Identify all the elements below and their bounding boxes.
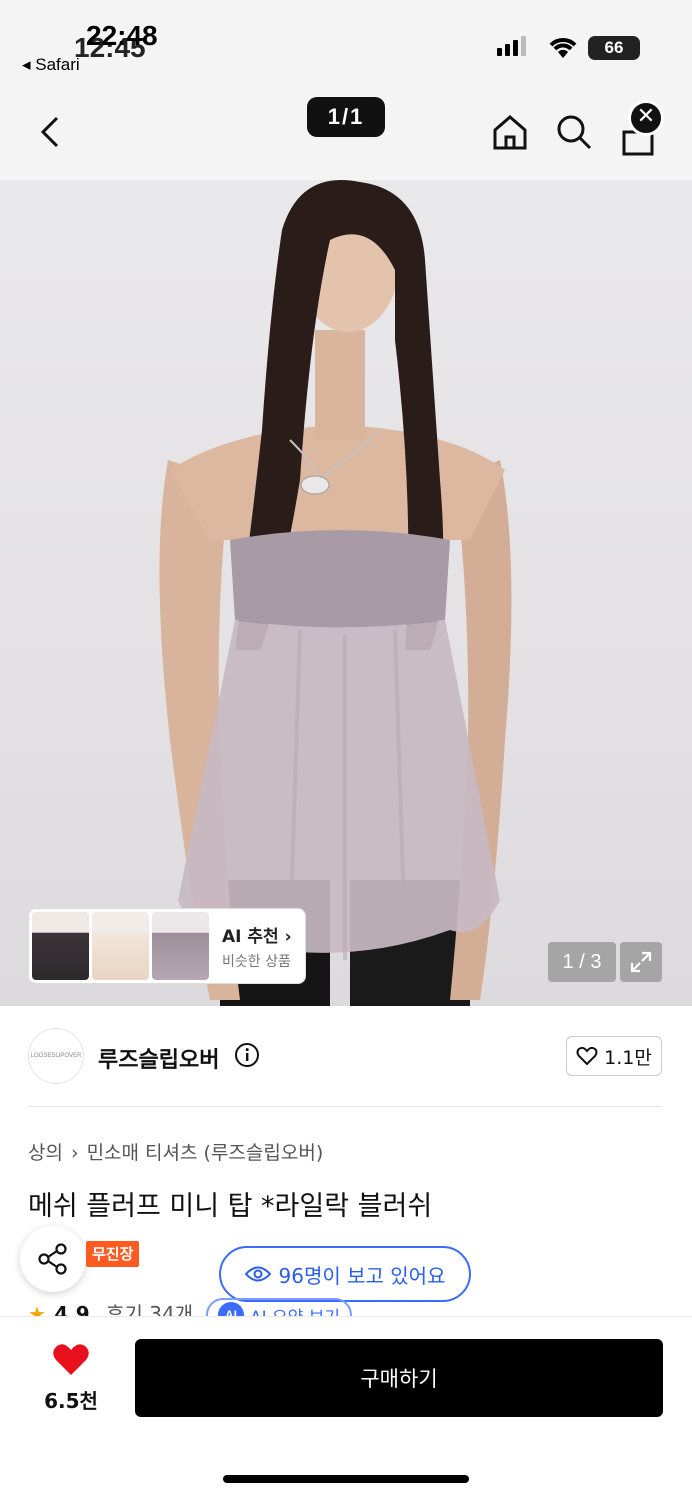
product-image[interactable]: AI 추천 › 비슷한 상품 1 / 3 (0, 180, 692, 1006)
chevron-right-icon: › (70, 1142, 79, 1164)
signal-icon (497, 36, 526, 56)
buy-button[interactable]: 구매하기 (135, 1339, 663, 1417)
battery-icon: 66 (588, 36, 640, 60)
wishlist-count: 6.5천 (44, 1389, 98, 1413)
home-button[interactable] (488, 110, 532, 154)
product-title: 메쉬 플러프 미니 탑 *라일락 블러쉬 (28, 1191, 433, 1222)
free-shipping-badge: 무진장 (86, 1241, 140, 1267)
brand-row: LOOSESLIPOVER 루즈슬립오버 1.1만 (0, 1006, 692, 1106)
status-bar: 22:48 12:45 ◂ Safari 66 (0, 0, 692, 90)
gallery-page-indicator: 1 / 3 (548, 942, 616, 982)
eye-icon (244, 1266, 271, 1282)
chevron-right-icon: › (284, 926, 292, 947)
breadcrumb: 상의 › 민소매 티셔츠 (루즈슬립오버) (28, 1138, 323, 1165)
viewers-pill: 96명이 보고 있어요 (219, 1246, 471, 1302)
home-indicator (223, 1475, 469, 1483)
back-button[interactable] (30, 110, 70, 154)
heart-filled-icon (53, 1344, 89, 1375)
wishlist-button[interactable]: 6.5천 (30, 1343, 112, 1414)
ai-recommend-text: AI 추천 › 비슷한 상품 (222, 922, 292, 971)
back-icon (40, 116, 59, 148)
brand-logo[interactable]: LOOSESLIPOVER (28, 1028, 84, 1084)
home-icon (493, 115, 527, 150)
star-icon: ★ (28, 1302, 46, 1316)
divider (28, 1106, 662, 1107)
share-button[interactable] (20, 1226, 86, 1292)
ai-summary-button[interactable]: AI AI 요약 보기 (206, 1298, 353, 1317)
share-icon (38, 1243, 67, 1275)
ai-recommend-title: AI 추천 (222, 926, 279, 947)
rating-value: 4.9 (54, 1302, 90, 1316)
brand-name[interactable]: 루즈슬립오버 (98, 1042, 219, 1074)
back-to-app-link[interactable]: ◂ Safari (22, 55, 80, 75)
brand-logo-text: LOOSESLIPOVER (30, 1053, 82, 1059)
back-app-label: Safari (35, 55, 80, 74)
ai-icon: AI (218, 1302, 244, 1316)
heart-outline-icon (576, 1046, 598, 1066)
review-count[interactable]: 후기 34개 (106, 1302, 193, 1316)
breadcrumb-item-subcategory[interactable]: 민소매 티셔츠 (루즈슬립오버) (87, 1142, 324, 1164)
info-icon[interactable] (234, 1042, 260, 1068)
brand-like-count: 1.1만 (604, 1046, 652, 1069)
recommend-thumb-2[interactable] (92, 912, 149, 980)
recommend-thumb-1[interactable] (32, 912, 89, 980)
status-time-overlay: 12:45 (74, 32, 146, 63)
brand-like-button[interactable]: 1.1만 (566, 1036, 662, 1076)
breadcrumb-item-category[interactable]: 상의 (28, 1142, 63, 1164)
model-photo (159, 180, 512, 1006)
top-nav: 1/1 ✕ (0, 90, 692, 180)
search-button[interactable] (552, 110, 596, 154)
wifi-icon (549, 38, 577, 58)
ai-recommend-subtitle: 비슷한 상품 (222, 953, 291, 970)
close-button[interactable]: ✕ (628, 100, 664, 136)
recommend-thumb-3[interactable] (152, 912, 209, 980)
image-counter: 1/1 (307, 97, 385, 137)
rating-row: ★ 4.9 후기 34개 AI AI 요약 보기 (28, 1298, 678, 1316)
expand-icon (630, 951, 652, 973)
close-icon: ✕ (636, 104, 656, 129)
ai-summary-label: AI 요약 보기 (250, 1303, 340, 1317)
viewers-text: 96명이 보고 있어요 (278, 1263, 446, 1288)
ai-recommendation-card[interactable]: AI 추천 › 비슷한 상품 (28, 908, 306, 984)
bottom-bar: 6.5천 구매하기 (0, 1316, 692, 1500)
expand-button[interactable] (620, 942, 662, 982)
search-icon (557, 115, 592, 150)
